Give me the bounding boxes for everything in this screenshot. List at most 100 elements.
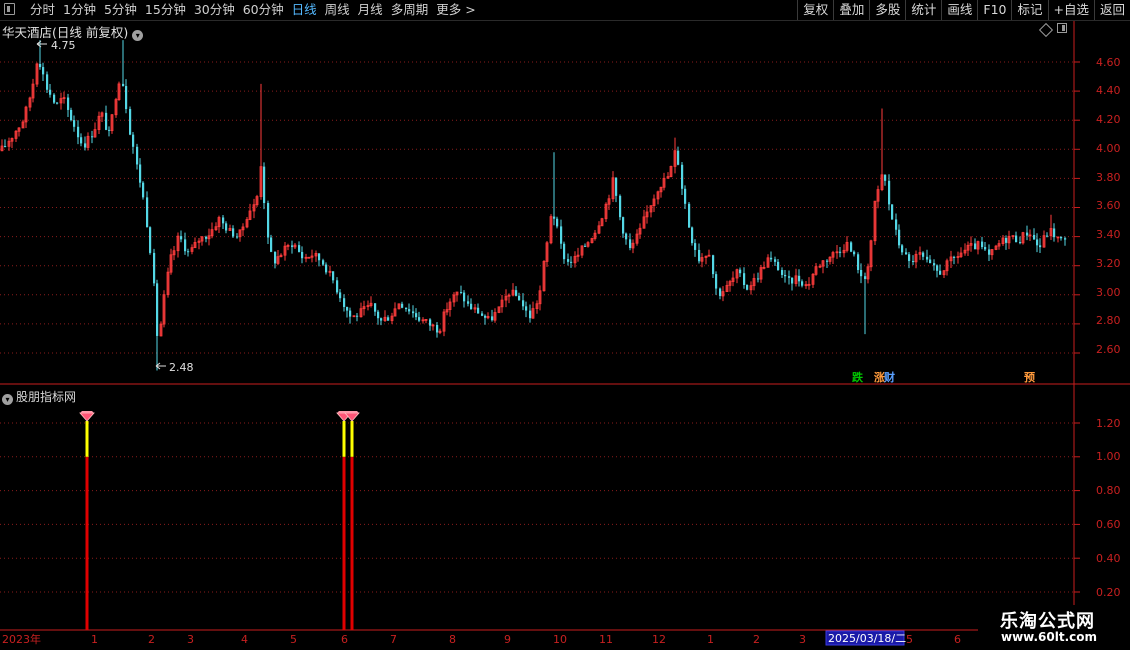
tab-period-multi[interactable]: 多周期 — [387, 0, 433, 20]
candle-body — [232, 228, 235, 237]
candle-body — [110, 114, 114, 132]
mark-button[interactable]: 标记 — [1011, 0, 1047, 20]
candle-body — [283, 245, 287, 256]
candle-body — [538, 290, 542, 305]
tab-period-daily[interactable]: 日线 — [288, 0, 321, 20]
candle-body — [880, 174, 884, 190]
candle-body — [366, 305, 370, 307]
candle-body — [926, 256, 929, 260]
candle-body — [749, 285, 753, 291]
candle-body — [438, 330, 442, 333]
candle-body — [586, 242, 590, 247]
event-marker-fall: 跌 — [852, 370, 864, 384]
candle-body — [217, 217, 221, 228]
candle-body — [791, 277, 794, 284]
candle-body — [638, 227, 642, 235]
candle-body — [153, 252, 156, 284]
candle-body — [408, 309, 411, 312]
time-axis: 2023年 1 2 3 4 5 6 7 8 9 10 11 12 1 2 3 2… — [2, 630, 961, 646]
candle-body — [994, 245, 998, 250]
candle-body — [24, 106, 28, 123]
candle-body — [225, 223, 228, 231]
chevron-down-icon[interactable]: ▾ — [132, 30, 144, 41]
tab-period-weekly[interactable]: 周线 — [321, 0, 354, 20]
candle-body — [1042, 235, 1046, 248]
candle-body — [436, 324, 439, 333]
candle-body — [743, 273, 746, 285]
candle-body — [1005, 238, 1008, 243]
time-label: 7 — [390, 633, 397, 646]
candle-body — [1036, 239, 1039, 246]
candle-body — [35, 63, 39, 85]
candle-body — [424, 318, 428, 321]
candle-body — [397, 303, 401, 310]
candle-body — [876, 189, 880, 202]
price-axis-labels: 4.60 4.40 4.20 4.00 3.80 3.60 3.40 3.20 … — [1096, 56, 1121, 356]
tab-period-60min[interactable]: 60分钟 — [239, 0, 288, 20]
candle-body — [263, 166, 266, 204]
candle-body — [563, 243, 566, 260]
price-tick-label: 3.60 — [1096, 199, 1121, 212]
tab-period-intraday[interactable]: 分时 — [26, 0, 59, 20]
candle-body — [473, 307, 477, 310]
time-label: 1 — [91, 633, 98, 646]
panel-toggle-icon[interactable] — [4, 3, 15, 15]
tab-period-1min[interactable]: 1分钟 — [59, 0, 100, 20]
draw-line-button[interactable]: 画线 — [941, 0, 977, 20]
candle-body — [53, 94, 56, 103]
low-price-label: 2.48 — [169, 361, 194, 374]
candle-body — [784, 274, 787, 277]
candle-body — [86, 135, 90, 148]
candle-body — [346, 306, 349, 311]
candle-body — [136, 146, 139, 165]
event-markers: 跌 涨 财 预 — [852, 370, 1035, 384]
f10-button[interactable]: F10 — [977, 0, 1011, 20]
candle-body — [853, 251, 856, 255]
chevron-down-icon[interactable]: ▾ — [2, 394, 13, 405]
candle-body — [484, 315, 487, 318]
price-tick-label: 2.60 — [1096, 343, 1121, 356]
back-button[interactable]: 返回 — [1093, 0, 1130, 20]
chart-title: 华天酒店(日线 前复权) ▾ — [2, 22, 144, 41]
candle-body — [835, 251, 839, 254]
tab-period-15min[interactable]: 15分钟 — [141, 0, 190, 20]
candle-body — [14, 130, 18, 139]
candle-body — [981, 241, 984, 248]
tab-period-more[interactable]: 更多 > — [432, 0, 479, 20]
candle-body — [818, 265, 822, 268]
candle-body — [625, 233, 628, 240]
tab-period-5min[interactable]: 5分钟 — [100, 0, 141, 20]
add-watchlist-button[interactable]: +自选 — [1047, 0, 1094, 20]
candle-body — [325, 264, 328, 273]
candle-body — [236, 236, 239, 238]
candle-body — [573, 255, 577, 264]
candle-body — [1033, 234, 1036, 240]
candle-body — [493, 312, 497, 321]
diamond-icon[interactable] — [1038, 22, 1054, 38]
candle-body — [584, 245, 587, 247]
candle-body — [704, 255, 708, 258]
tab-period-monthly[interactable]: 月线 — [354, 0, 387, 20]
time-label: 3 — [187, 633, 194, 646]
tab-period-30min[interactable]: 30分钟 — [190, 0, 239, 20]
multi-stock-button[interactable]: 多股 — [869, 0, 905, 20]
candle-body — [891, 204, 894, 220]
statistics-button[interactable]: 统计 — [905, 0, 941, 20]
candle-body — [956, 256, 960, 258]
candle-body — [222, 217, 225, 224]
candle-body — [988, 249, 991, 255]
candle-body — [807, 283, 811, 286]
restore-rights-button[interactable]: 复权 — [797, 0, 833, 20]
candle-body — [691, 227, 694, 244]
candle-body — [666, 176, 670, 179]
split-view-icon[interactable] — [1057, 23, 1067, 33]
candle-body — [241, 226, 245, 231]
candle-body — [0, 145, 4, 152]
overlay-button[interactable]: 叠加 — [833, 0, 869, 20]
candle-body — [70, 109, 73, 121]
candle-body — [762, 266, 766, 269]
candle-body — [873, 200, 877, 242]
candle-body — [515, 290, 518, 296]
candle-body — [860, 270, 863, 277]
chevron-right-icon: > — [465, 2, 476, 17]
